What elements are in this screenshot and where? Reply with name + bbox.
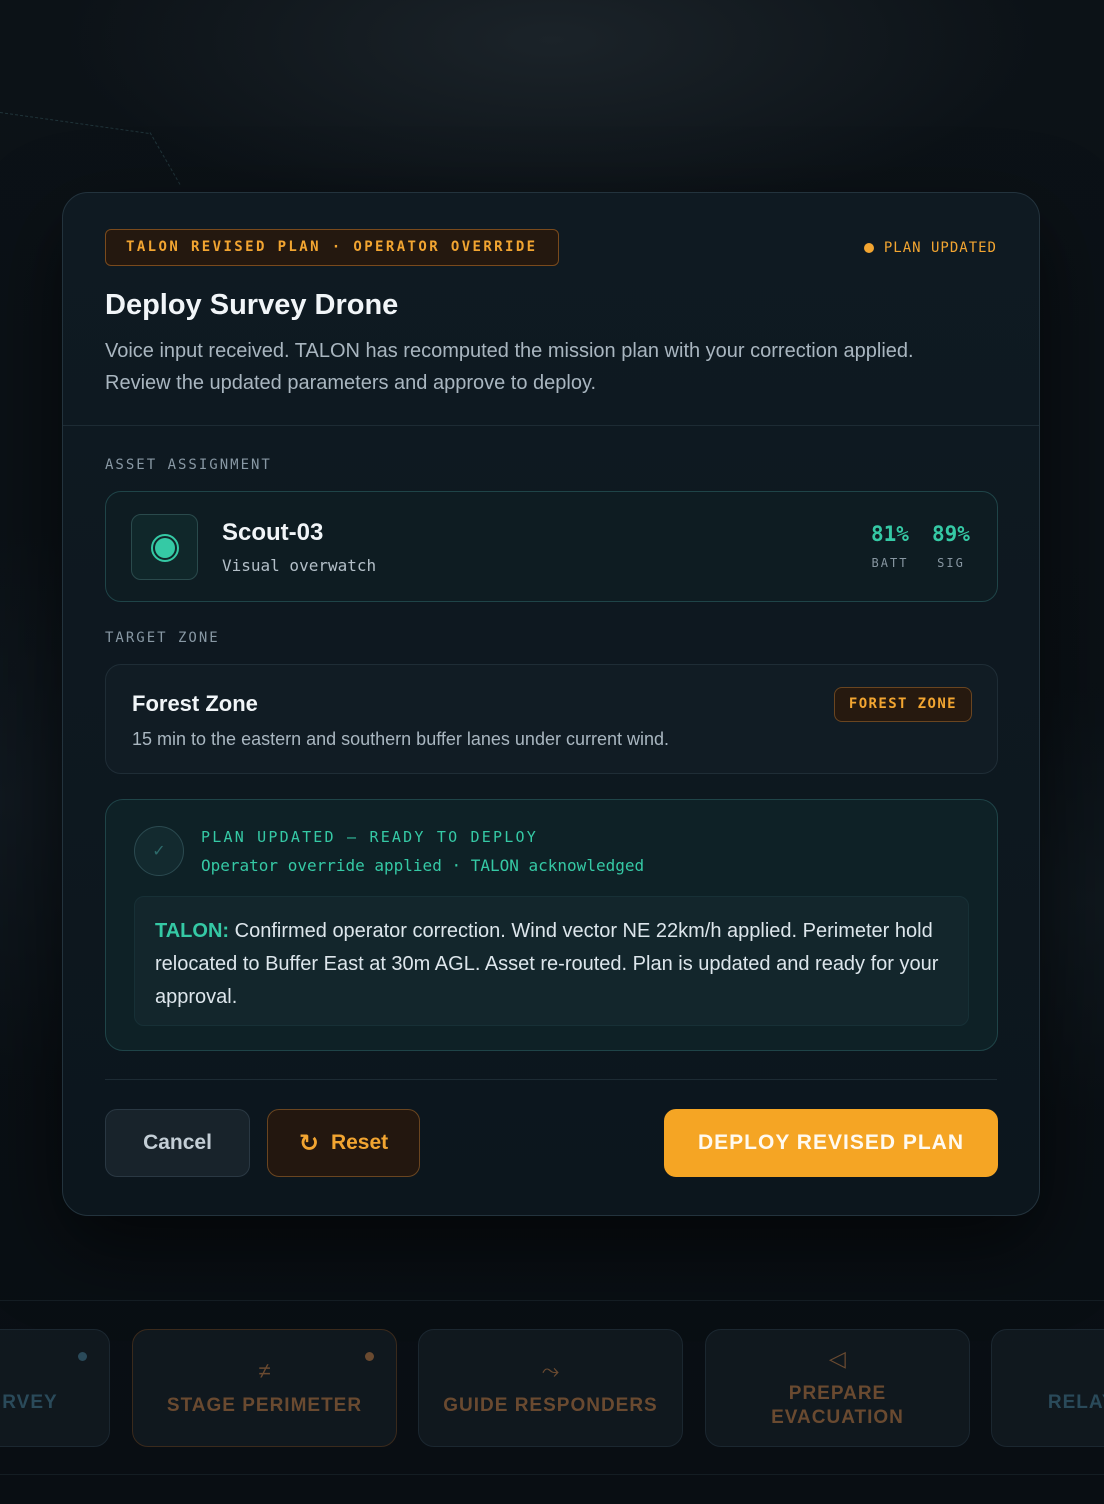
signal-metric: 89% SIG: [932, 522, 970, 570]
quick-action-guide-responders[interactable]: ⤳ GUIDE RESPONDERS: [418, 1329, 683, 1447]
status-core: [155, 538, 175, 558]
indicator-dot-icon: [78, 1352, 87, 1361]
quick-action-label: RVEY: [2, 1392, 58, 1413]
zone-section-label: TARGET ZONE: [105, 630, 220, 646]
asset-section-label: ASSET ASSIGNMENT: [105, 457, 272, 473]
quick-action-label: PREPARE EVACUATION: [771, 1383, 904, 1428]
asset-name: Scout-03: [222, 519, 324, 546]
zone-name: Forest Zone: [132, 691, 258, 716]
deploy-revised-plan-button[interactable]: DEPLOY REVISED PLAN: [664, 1109, 998, 1177]
reset-label: Reset: [330, 1131, 389, 1154]
reset-icon: ↻: [298, 1129, 319, 1157]
confirmation-card: ✓ PLAN UPDATED — READY TO DEPLOY Operato…: [105, 799, 998, 1051]
route-icon: ⤳: [541, 1358, 560, 1383]
reset-button[interactable]: ↻ Reset: [267, 1109, 420, 1177]
megaphone-icon: ◁: [829, 1346, 846, 1371]
battery-value: 81%: [871, 522, 909, 546]
asset-card[interactable]: Scout-03 Visual overwatch 81% BATT 89% S…: [105, 491, 998, 602]
quick-action-label: STAGE PERIMETER: [166, 1395, 363, 1416]
check-icon: ✓: [134, 826, 184, 876]
zone-card[interactable]: Forest Zone 15 min to the eastern and so…: [105, 664, 998, 774]
quick-action-label: RELAY F: [1047, 1392, 1104, 1413]
quick-action-stage-perimeter[interactable]: ≠ STAGE PERIMETER: [132, 1329, 397, 1447]
asset-role: Visual overwatch: [222, 556, 377, 575]
cancel-label: Cancel: [143, 1131, 212, 1154]
quick-action-relay[interactable]: RELAY F: [991, 1329, 1104, 1447]
zone-description: 15 min to the eastern and southern buffe…: [132, 729, 670, 749]
quick-action-label: GUIDE RESPONDERS: [443, 1395, 658, 1416]
confirmation-subtitle: Operator override applied · TALON acknow…: [201, 856, 645, 875]
plan-status: PLAN UPDATED: [863, 229, 997, 266]
talon-message-lead: TALON:: [155, 920, 230, 942]
signal-value: 89%: [932, 522, 970, 546]
quick-action-survey[interactable]: RVEY: [0, 1329, 110, 1447]
deploy-modal: TALON REVISED PLAN · OPERATOR OVERRIDE P…: [62, 192, 1040, 1216]
status-dot-icon: [863, 242, 874, 253]
cancel-button[interactable]: Cancel: [105, 1109, 250, 1177]
battery-label: BATT: [871, 556, 909, 570]
quick-action-prepare-evacuation[interactable]: ◁ PREPARE EVACUATION: [705, 1329, 970, 1447]
indicator-dot-icon: [365, 1352, 374, 1361]
perimeter-icon: ≠: [258, 1358, 271, 1383]
status-text: PLAN UPDATED: [883, 239, 997, 256]
talon-message: TALON: Confirmed operator correction. Wi…: [134, 896, 969, 1026]
divider: [63, 425, 1039, 426]
zone-badge: FOREST ZONE: [833, 687, 972, 722]
signal-label: SIG: [937, 556, 965, 570]
divider: [105, 1079, 997, 1080]
drone-status-icon: [131, 514, 198, 580]
modal-title: Deploy Survey Drone: [105, 289, 399, 321]
battery-metric: 81% BATT: [871, 522, 909, 570]
plan-tag: TALON REVISED PLAN · OPERATOR OVERRIDE: [105, 229, 559, 266]
confirmation-title: PLAN UPDATED — READY TO DEPLOY: [201, 828, 538, 846]
modal-header: TALON REVISED PLAN · OPERATOR OVERRIDE P…: [105, 229, 997, 266]
talon-message-text: Confirmed operator correction. Wind vect…: [155, 920, 939, 1008]
modal-description: Voice input received. TALON has recomput…: [105, 340, 914, 394]
deploy-label: DEPLOY REVISED PLAN: [698, 1131, 964, 1154]
